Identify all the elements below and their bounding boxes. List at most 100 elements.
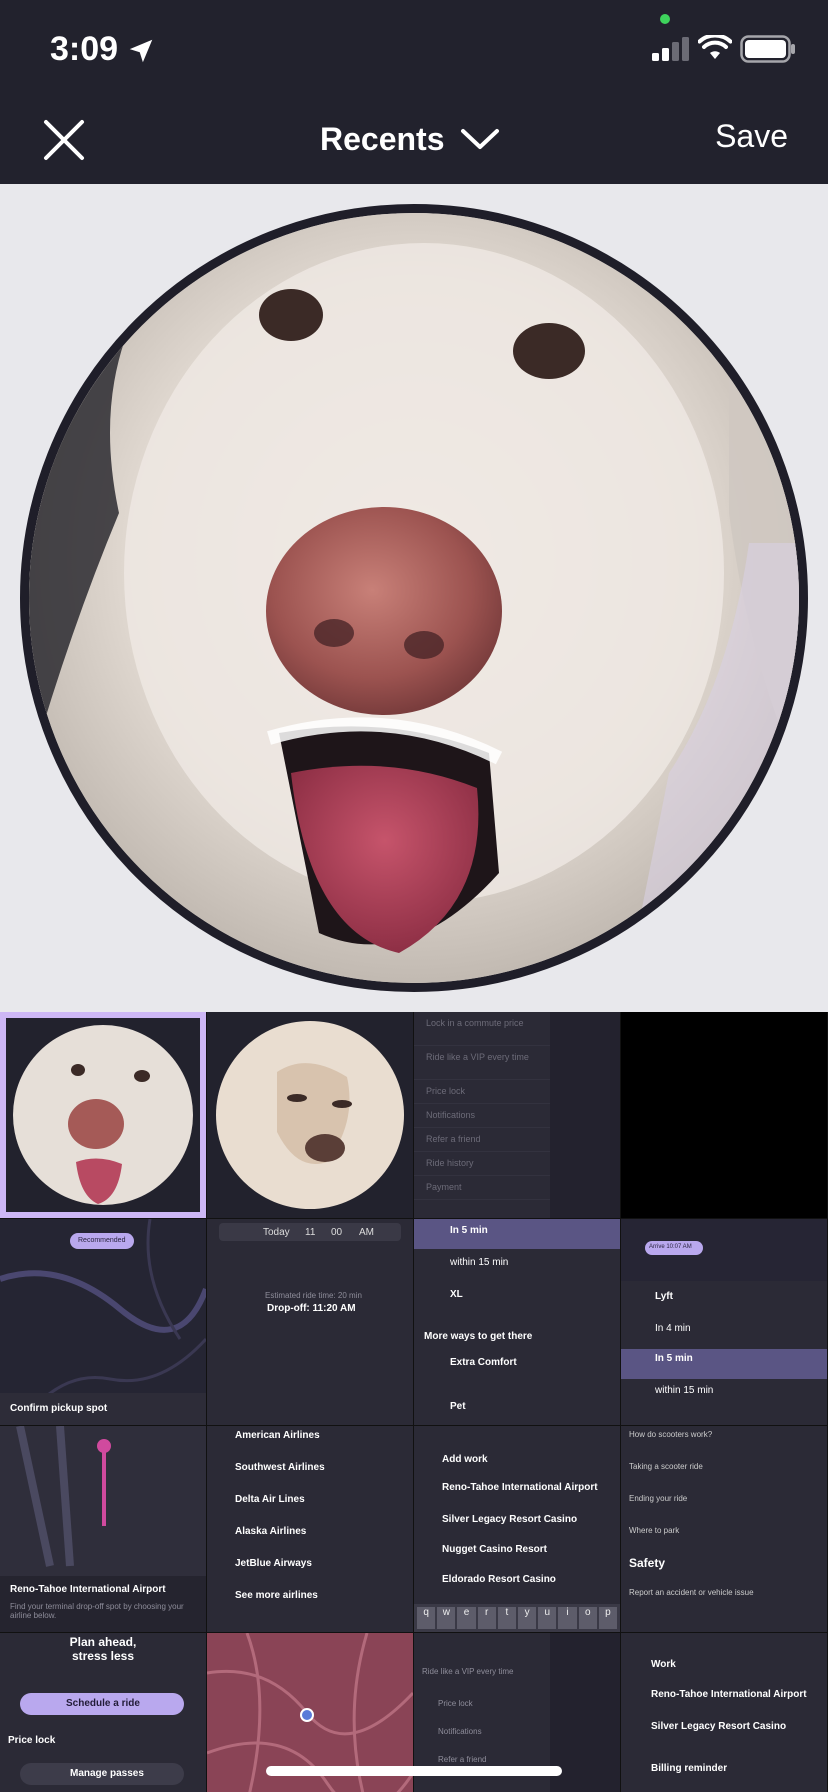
keyboard-key: y — [518, 1607, 537, 1629]
thumb-title: Plan ahead, stress less — [69, 1635, 137, 1663]
list-item: Reno-Tahoe International Airport — [651, 1689, 807, 1700]
photo-thumbnail[interactable]: Recommended Confirm pickup spot — [0, 1219, 206, 1425]
list-item: JetBlue Airways — [235, 1558, 312, 1569]
manage-passes-label: Manage passes — [70, 1768, 144, 1779]
save-button[interactable]: Save — [715, 118, 788, 155]
section-header: More ways to get there — [424, 1331, 533, 1342]
photo-thumbnail[interactable]: Lock in a commute price Ride like a VIP … — [414, 1012, 620, 1218]
keyboard-key: p — [598, 1607, 618, 1629]
option-label: within 15 min — [655, 1385, 714, 1396]
option-label: within 15 min — [450, 1257, 509, 1268]
crop-area[interactable] — [0, 184, 828, 1012]
keyboard-key: e — [457, 1607, 476, 1629]
keyboard-key: q — [417, 1607, 436, 1629]
status-time: 3:09 — [50, 30, 119, 68]
option-label: XL — [450, 1289, 463, 1300]
option-label: In 5 min — [450, 1225, 488, 1236]
estimate-text: Estimated ride time: 20 min — [265, 1291, 362, 1300]
badge-text: Arrive 10:07 AM — [649, 1244, 692, 1250]
section-header: Safety — [629, 1556, 666, 1570]
list-item: Nugget Casino Resort — [442, 1544, 548, 1555]
list-item: How do scooters work? — [629, 1430, 713, 1439]
photo-thumbnail[interactable] — [207, 1012, 413, 1218]
photo-thumbnail[interactable]: How do scooters work? Taking a scooter r… — [621, 1426, 827, 1632]
photo-thumbnail[interactable]: Work Reno-Tahoe International Airport Si… — [621, 1633, 827, 1792]
list-item: Work — [651, 1659, 676, 1670]
photo-thumbnail[interactable]: Arrive 10:07 AM Lyft In 4 min In 5 min w… — [621, 1219, 827, 1425]
list-item: Payment — [414, 1176, 550, 1200]
battery-icon — [740, 35, 795, 63]
list-item: Price lock — [414, 1080, 550, 1104]
list-item: Southwest Airlines — [235, 1462, 325, 1473]
list-item: Alaska Airlines — [235, 1526, 307, 1537]
list-item: Ride history — [414, 1152, 550, 1176]
list-item: Refer a friend — [414, 1128, 550, 1152]
album-title: Recents — [320, 120, 445, 157]
list-item: Ride like a VIP every time — [422, 1667, 514, 1676]
thumb-title: Reno-Tahoe International Airport — [10, 1584, 166, 1595]
list-item: Notifications — [438, 1727, 482, 1736]
list-item: Eldorado Resort Casino — [442, 1574, 556, 1585]
keyboard-key: u — [538, 1607, 557, 1629]
photo-grid: Lock in a commute price Ride like a VIP … — [0, 1012, 828, 1792]
option-label: Pet — [450, 1401, 466, 1412]
list-item: Notifications — [414, 1104, 550, 1128]
photo-thumbnail[interactable] — [621, 1012, 827, 1218]
keyboard-key: r — [477, 1607, 496, 1629]
photo-thumbnail[interactable]: Reno-Tahoe International Airport Find yo… — [0, 1426, 206, 1632]
mic-indicator — [660, 14, 670, 24]
list-item: Price lock — [438, 1699, 473, 1708]
list-item: Add work — [442, 1454, 488, 1465]
picker-hour: 11 — [305, 1227, 316, 1238]
location-arrow-icon — [129, 39, 153, 63]
option-label: Extra Comfort — [450, 1357, 517, 1368]
option-label: In 5 min — [655, 1353, 693, 1364]
badge-text: Recommended — [78, 1237, 126, 1244]
picker-minute: 00 — [331, 1227, 343, 1238]
home-indicator[interactable] — [266, 1766, 562, 1776]
list-item: Where to park — [629, 1526, 680, 1535]
section-header: Price lock — [8, 1735, 56, 1746]
wifi-icon — [698, 35, 732, 59]
photo-thumbnail[interactable]: In 5 min within 15 min XL More ways to g… — [414, 1219, 620, 1425]
list-item: Taking a scooter ride — [629, 1462, 703, 1471]
crop-circle[interactable] — [20, 204, 808, 992]
list-item: Lock in a commute price — [414, 1012, 550, 1046]
list-item: Reno-Tahoe International Airport — [442, 1482, 598, 1493]
dog-thumbnail-image — [216, 1021, 404, 1209]
chevron-down-icon — [460, 129, 499, 149]
photo-thumbnail[interactable]: Add work Reno-Tahoe International Airpor… — [414, 1426, 620, 1632]
album-selector[interactable]: Recents — [320, 114, 501, 164]
keyboard-key: w — [437, 1607, 456, 1629]
list-item: Silver Legacy Resort Casino — [442, 1514, 578, 1525]
close-button[interactable] — [36, 112, 92, 168]
list-item: American Airlines — [235, 1430, 320, 1441]
list-item: Delta Air Lines — [235, 1494, 305, 1505]
list-item: Ending your ride — [629, 1494, 688, 1503]
list-item: Report an accident or vehicle issue — [629, 1588, 754, 1597]
thumb-label: Confirm pickup spot — [10, 1403, 108, 1414]
cellular-signal-icon — [652, 37, 689, 61]
keyboard-key: t — [497, 1607, 517, 1629]
option-label: In 4 min — [655, 1323, 691, 1334]
list-item: Refer a friend — [438, 1755, 487, 1764]
photo-thumbnail-selected[interactable] — [0, 1012, 206, 1218]
photo-thumbnail[interactable]: Today 11 00 AM Estimated ride time: 20 m… — [207, 1219, 413, 1425]
picker-today: Today — [263, 1227, 290, 1238]
list-item: Silver Legacy Resort Casino — [651, 1721, 787, 1732]
keyboard-key: i — [558, 1607, 577, 1629]
schedule-ride-label: Schedule a ride — [66, 1698, 140, 1709]
photo-thumbnail[interactable]: American Airlines Southwest Airlines Del… — [207, 1426, 413, 1632]
thumb-sub: Find your terminal drop-off spot by choo… — [10, 1602, 184, 1620]
map-image — [0, 1219, 206, 1425]
dog-thumbnail-image — [13, 1025, 193, 1205]
dog-photo — [29, 213, 799, 983]
top-bar: 3:09 Recents Save — [0, 0, 828, 184]
close-icon — [44, 120, 84, 160]
picker-ampm: AM — [359, 1227, 374, 1238]
keyboard-key: o — [578, 1607, 597, 1629]
list-item: Ride like a VIP every time — [414, 1046, 550, 1080]
reminder-label: Billing reminder — [651, 1763, 728, 1774]
photo-thumbnail[interactable]: Plan ahead, stress less Schedule a ride … — [0, 1633, 206, 1792]
option-label: Lyft — [655, 1291, 673, 1302]
